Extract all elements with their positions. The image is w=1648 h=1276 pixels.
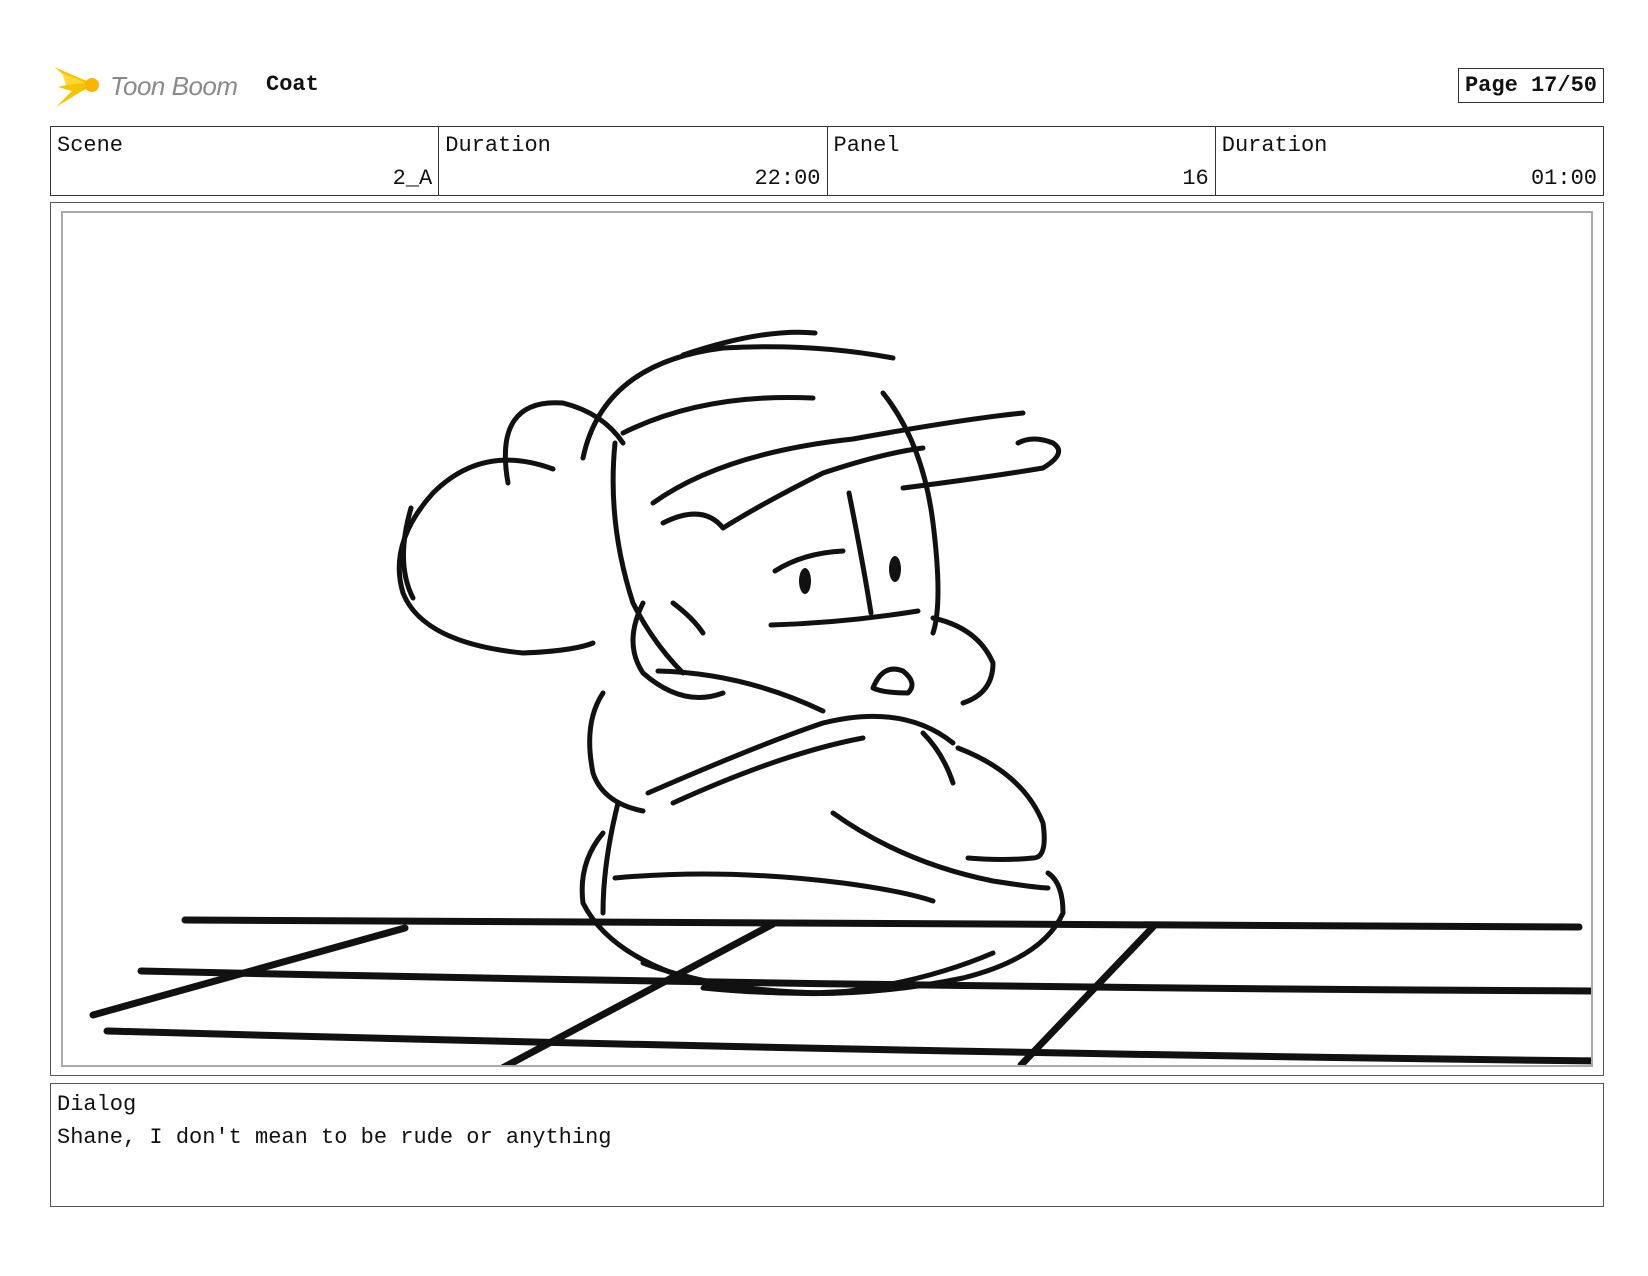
scene-label: Scene	[57, 133, 124, 158]
panel-label: Panel	[833, 133, 900, 158]
panel-cell: Panel 16	[828, 127, 1216, 195]
page-number: Page 17/50	[1457, 68, 1604, 103]
character-body	[396, 329, 1066, 997]
storyboard-panel	[50, 202, 1604, 1076]
panel-drawing-area	[61, 211, 1593, 1067]
scene-duration-label: Duration	[445, 133, 551, 158]
panel-duration-value: 01:00	[1530, 166, 1597, 191]
toon-boom-star-icon	[54, 67, 99, 107]
panel-value: 16	[1182, 166, 1209, 191]
project-title: Coat	[266, 72, 319, 97]
dialog-label: Dialog	[57, 1092, 137, 1117]
dialog-text: Shane, I don't mean to be rude or anythi…	[57, 1125, 612, 1150]
scene-value: 2_A	[392, 166, 433, 191]
toon-boom-logo: Toon Boom	[52, 60, 252, 112]
panel-info-table: Scene 2_A Duration 22:00 Panel 16 Durati…	[50, 126, 1604, 196]
scene-cell: Scene 2_A	[51, 127, 440, 195]
eyes	[799, 556, 901, 594]
page-header: Toon Boom Coat Page 17/50	[50, 58, 1604, 112]
panel-duration-label: Duration	[1221, 133, 1328, 158]
scene-duration-cell: Duration 22:00	[439, 127, 828, 195]
panel-duration-cell: Duration 01:00	[1216, 127, 1603, 195]
logo-text: Toon Boom	[110, 70, 238, 101]
character-sketch	[89, 329, 1591, 1065]
scene-duration-value: 22:00	[754, 166, 821, 191]
dialog-box: Dialog Shane, I don't mean to be rude or…	[50, 1083, 1604, 1207]
